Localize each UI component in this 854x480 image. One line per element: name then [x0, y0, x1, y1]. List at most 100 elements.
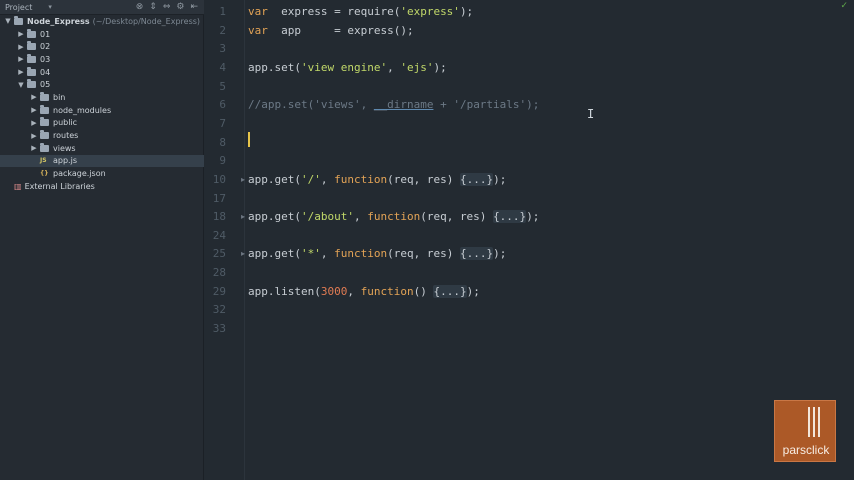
tree-item-label: 04: [40, 67, 51, 77]
tree-folder-item[interactable]: ▶ views: [0, 142, 204, 155]
tree-folder-item[interactable]: ▼ 05: [0, 78, 204, 91]
collapsed-arrow-icon[interactable]: ▶: [17, 30, 25, 38]
collapsed-arrow-icon[interactable]: ▶: [17, 55, 25, 63]
code-token: app.get(: [248, 210, 301, 224]
json-file-icon: {}: [40, 170, 49, 178]
collapsed-arrow-icon[interactable]: ▶: [30, 106, 38, 114]
line-number: 32: [212, 303, 226, 317]
folded-code-block[interactable]: {...}: [459, 247, 494, 261]
line-number-gutter: 1 2 3 4 5 6 7 8 9 10 ▸ 17 18 ▸ 24 25 ▸ 28 29 32 33: [205, 0, 245, 480]
tree-item-label: Node_Express: [27, 16, 90, 26]
tree-folder-item[interactable]: ▶ public: [0, 117, 204, 130]
line-number: 9: [219, 154, 226, 168]
collapsed-arrow-icon[interactable]: ▶: [30, 132, 38, 140]
code-token: 'express': [400, 5, 460, 18]
collapsed-arrow-icon[interactable]: ▶: [30, 93, 38, 101]
js-file-icon: JS: [40, 157, 47, 165]
folded-code-block[interactable]: {...}: [433, 284, 467, 298]
expanded-arrow-icon[interactable]: ▼: [4, 17, 12, 25]
code-line: app.get('/about', function(req, res) {..…: [248, 210, 540, 224]
folder-icon: [27, 79, 36, 89]
folded-code-block[interactable]: {...}: [459, 172, 494, 186]
code-token: function: [360, 284, 414, 298]
code-token: app.get(: [248, 247, 301, 261]
mouse-cursor-ibeam-icon: I: [587, 107, 595, 121]
folder-icon: [40, 91, 49, 101]
tree-folder-item[interactable]: ▶ bin: [0, 91, 204, 104]
code-line: app.set('view engine', 'ejs');: [248, 61, 447, 74]
sync-icon[interactable]: ⊗: [136, 2, 144, 12]
text-caret: [248, 132, 250, 147]
tree-folder-item[interactable]: ▶ 03: [0, 53, 204, 66]
code-token: app.set(: [248, 60, 301, 74]
tree-item-label: app.js: [53, 156, 77, 166]
check-icon: ✓: [840, 1, 848, 11]
gear-icon[interactable]: ⚙: [176, 2, 184, 12]
hide-icon[interactable]: ⇤: [190, 2, 198, 12]
tree-folder-item[interactable]: ▶ 04: [0, 66, 204, 79]
code-token: function: [367, 210, 421, 224]
folded-code-block[interactable]: {...}: [493, 210, 527, 224]
folder-icon: [40, 104, 49, 114]
code-token: 'view engine': [300, 60, 388, 74]
code-token: var: [248, 5, 268, 18]
line-number: 28: [212, 266, 226, 280]
collapsed-arrow-icon[interactable]: ▶: [30, 144, 38, 152]
fold-toggle-icon[interactable]: ▸: [241, 212, 245, 221]
code-token: (req, res): [387, 172, 460, 186]
tree-external-libraries[interactable]: ·▥External Libraries: [0, 180, 204, 193]
tree-item-label: node_modules: [53, 105, 112, 115]
code-token: (): [413, 284, 434, 298]
code-token: (req, res): [387, 247, 460, 261]
project-panel-header: Project ▾ ⊗ ⇕ ⇔ ⚙ ⇤: [0, 0, 204, 15]
tree-item-label: views: [53, 143, 76, 153]
code-token: );: [526, 210, 540, 224]
code-token: );: [493, 247, 507, 261]
collapsed-arrow-icon[interactable]: ▶: [30, 119, 38, 127]
tree-file-item[interactable]: ·JS app.js: [0, 154, 204, 168]
tree-item-label: 03: [40, 54, 51, 64]
code-token: );: [466, 284, 480, 298]
code-token: __dirname: [373, 98, 434, 112]
expand-icon[interactable]: ⇔: [163, 2, 171, 12]
expanded-arrow-icon[interactable]: ▼: [17, 81, 25, 89]
line-number: 1: [219, 5, 226, 18]
line-number: 33: [212, 322, 226, 336]
code-token: '*': [300, 247, 321, 261]
line-number: 6: [219, 98, 226, 112]
collapsed-arrow-icon[interactable]: ▶: [17, 68, 25, 76]
code-token: function: [334, 172, 388, 186]
line-number: 2: [219, 23, 226, 37]
tree-folder-item[interactable]: ▼ Node_Express (~/Desktop/Node_Express): [0, 15, 204, 28]
line-number: 4: [219, 60, 226, 74]
code-token: express = require(: [267, 5, 401, 18]
code-token: app = express();: [267, 23, 414, 37]
folder-icon: [27, 41, 36, 51]
line-number: 5: [219, 79, 226, 93]
code-line: //app.set('views', __dirname + '/partial…: [248, 98, 539, 111]
tree-folder-item[interactable]: ▶ node_modules: [0, 104, 204, 117]
parsclick-logo: parsclick: [774, 400, 836, 462]
chevron-down-icon[interactable]: ▾: [48, 3, 52, 11]
code-token: ,: [387, 60, 401, 74]
tree-item-label: bin: [53, 92, 66, 102]
tree-folder-item[interactable]: ▶ 02: [0, 40, 204, 53]
folder-icon: [27, 28, 36, 38]
code-token: 'ejs': [400, 60, 434, 74]
fold-toggle-icon[interactable]: ▸: [241, 175, 245, 184]
tree-folder-item[interactable]: ▶ 01: [0, 28, 204, 41]
code-token: );: [433, 60, 447, 74]
code-token: (req, res): [420, 210, 494, 224]
collapse-icon[interactable]: ⇕: [149, 2, 157, 12]
project-path-hint: (~/Desktop/Node_Express): [92, 16, 201, 26]
project-view-selector[interactable]: Project: [5, 3, 32, 12]
code-token: app.get(: [248, 172, 301, 186]
fold-toggle-icon[interactable]: ▸: [241, 249, 245, 258]
tree-folder-item[interactable]: ▶ routes: [0, 129, 204, 142]
line-number: 7: [219, 116, 226, 130]
tree-file-item[interactable]: ·{} package.json: [0, 167, 204, 180]
collapsed-arrow-icon[interactable]: ▶: [17, 43, 25, 51]
code-line: var express = require('express');: [248, 5, 473, 18]
code-editor[interactable]: 1 2 3 4 5 6 7 8 9 10 ▸ 17 18 ▸ 24 25 ▸ 28 29 32 33 var expre…: [205, 0, 854, 480]
line-number: 17: [212, 191, 226, 205]
